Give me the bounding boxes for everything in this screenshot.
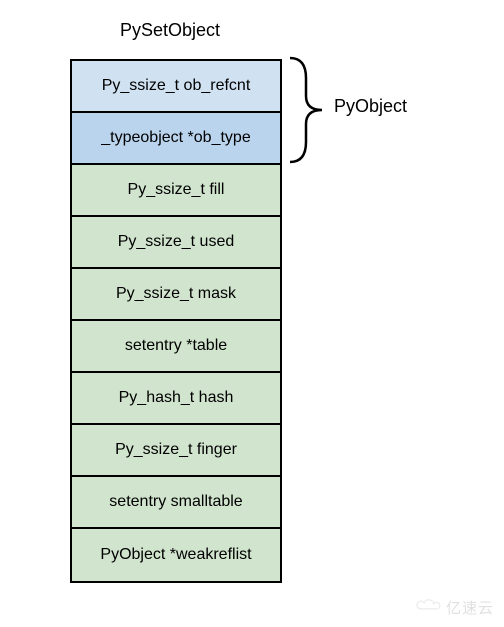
field-table: setentry *table: [72, 321, 280, 373]
watermark-text: 亿速云: [446, 597, 494, 618]
field-used: Py_ssize_t used: [72, 217, 280, 269]
field-finger: Py_ssize_t finger: [72, 425, 280, 477]
field-ob-type: _typeobject *ob_type: [72, 113, 280, 165]
struct-table: Py_ssize_t ob_refcnt _typeobject *ob_typ…: [70, 59, 282, 583]
watermark: 亿速云: [414, 596, 494, 619]
cloud-icon: [414, 596, 442, 619]
field-weakreflist: PyObject *weakreflist: [72, 529, 280, 581]
field-hash: Py_hash_t hash: [72, 373, 280, 425]
field-smalltable: setentry smalltable: [72, 477, 280, 529]
brace-icon: [286, 56, 326, 164]
field-mask: Py_ssize_t mask: [72, 269, 280, 321]
brace-label: PyObject: [334, 96, 407, 117]
field-ob-refcnt: Py_ssize_t ob_refcnt: [72, 61, 280, 113]
field-fill: Py_ssize_t fill: [72, 165, 280, 217]
struct-title: PySetObject: [120, 20, 504, 41]
diagram-container: PySetObject Py_ssize_t ob_refcnt _typeob…: [0, 0, 504, 583]
